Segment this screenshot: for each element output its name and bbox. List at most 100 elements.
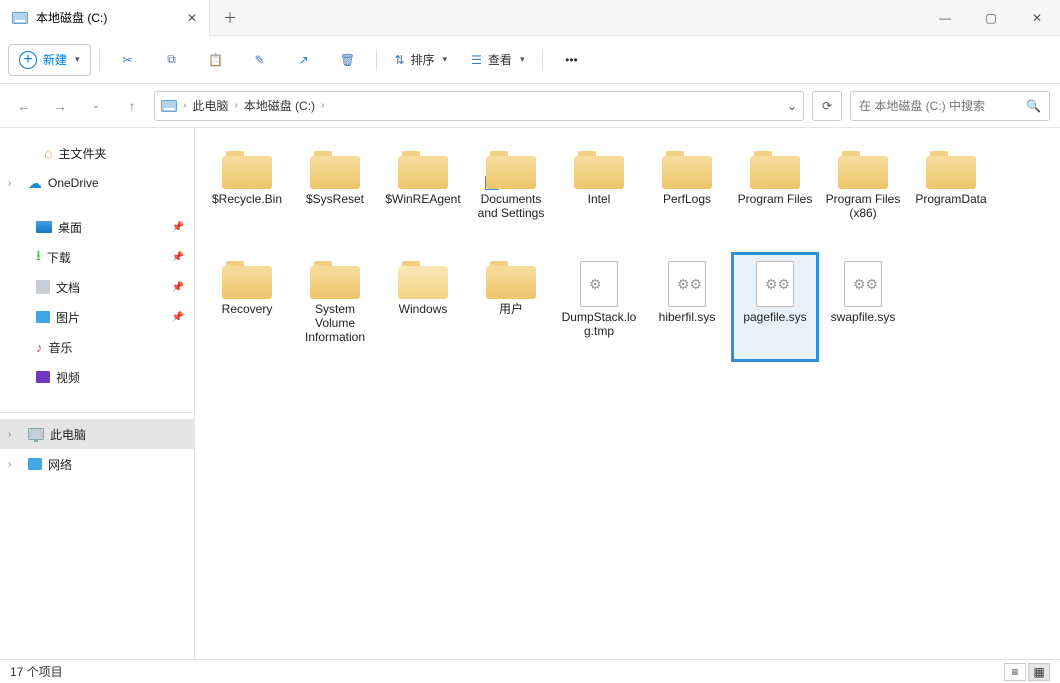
tab-title: 本地磁盘 (C:) xyxy=(36,9,107,26)
rename-button[interactable]: ✎ xyxy=(240,42,280,78)
music-icon: ♪ xyxy=(36,340,43,355)
new-button[interactable]: + 新建 ▾ xyxy=(8,44,91,76)
file-label: $SysReset xyxy=(306,192,364,206)
chevron-down-icon: ▾ xyxy=(75,54,80,65)
up-button[interactable]: ↑ xyxy=(118,92,146,120)
view-icon: ☰ xyxy=(471,53,482,67)
file-item[interactable]: $Recycle.Bin xyxy=(203,142,291,252)
sidebar-item-label: 桌面 xyxy=(58,219,82,236)
breadcrumb-item-root[interactable]: 此电脑 xyxy=(192,97,228,114)
file-label: 用户 xyxy=(499,302,523,316)
paste-button[interactable]: 📋 xyxy=(196,42,236,78)
file-item[interactable]: ⚙⚙pagefile.sys xyxy=(731,252,819,362)
forward-button[interactable]: → xyxy=(46,92,74,120)
separator xyxy=(376,49,377,71)
file-item[interactable]: Windows xyxy=(379,252,467,362)
file-label: Recovery xyxy=(222,302,273,316)
refresh-button[interactable]: ⟳ xyxy=(812,91,842,121)
recent-locations-button[interactable]: ⌄ xyxy=(82,92,110,120)
sidebar-item-label: 文档 xyxy=(56,279,80,296)
sidebar-item-label: 主文件夹 xyxy=(58,145,106,162)
folder-icon xyxy=(574,151,624,189)
view-button[interactable]: ☰ 查看 ▾ xyxy=(461,42,534,78)
share-button[interactable]: ↗ xyxy=(284,42,324,78)
delete-button[interactable]: 🗑 xyxy=(328,42,368,78)
sidebar-item-home[interactable]: ⌂ 主文件夹 xyxy=(0,138,194,168)
file-label: $WinREAgent xyxy=(385,192,460,206)
plus-icon: + xyxy=(19,51,37,69)
file-item[interactable]: ProgramData xyxy=(907,142,995,252)
more-button[interactable]: ••• xyxy=(551,42,591,78)
search-input[interactable] xyxy=(859,99,1020,113)
video-icon xyxy=(36,371,50,383)
file-item[interactable]: $SysReset xyxy=(291,142,379,252)
sidebar-item-network[interactable]: › 网络 xyxy=(0,449,194,479)
breadcrumb-dropdown[interactable]: ⌄ xyxy=(787,99,797,113)
file-item[interactable]: ⚙⚙swapfile.sys xyxy=(819,252,907,362)
file-item[interactable]: Program Files (x86) xyxy=(819,142,907,252)
cut-button[interactable]: ✂ xyxy=(108,42,148,78)
back-button[interactable]: ← xyxy=(10,92,38,120)
file-icon: ⚙⚙ xyxy=(756,261,794,307)
chevron-right-icon: › xyxy=(234,100,237,111)
search-box[interactable]: 🔍 xyxy=(850,91,1050,121)
download-icon: ⭳ xyxy=(36,245,41,269)
chevron-right-icon: › xyxy=(321,100,324,111)
sidebar-item-videos[interactable]: 视频 xyxy=(0,362,194,392)
gears-icon: ⚙⚙ xyxy=(765,276,790,293)
file-item[interactable]: $WinREAgent xyxy=(379,142,467,252)
status-bar: 17 个项目 ≡ ▦ xyxy=(0,659,1060,683)
pc-icon xyxy=(28,428,44,440)
drive-icon xyxy=(161,100,177,112)
file-icon: ⚙⚙ xyxy=(844,261,882,307)
tab-active[interactable]: 本地磁盘 (C:) ✕ xyxy=(0,0,210,36)
sidebar-item-downloads[interactable]: ⭳ 下载 📌 xyxy=(0,242,194,272)
file-item[interactable]: ↗Documents and Settings xyxy=(467,142,555,252)
chevron-right-icon: › xyxy=(8,459,22,470)
view-toggle: ≡ ▦ xyxy=(1004,663,1050,681)
home-icon: ⌂ xyxy=(44,145,52,161)
sidebar-item-label: 此电脑 xyxy=(50,426,86,443)
sidebar-item-desktop[interactable]: 桌面 📌 xyxy=(0,212,194,242)
sort-button[interactable]: ⇅ 排序 ▾ xyxy=(385,42,458,78)
file-item[interactable]: Intel xyxy=(555,142,643,252)
file-label: Windows xyxy=(399,302,448,316)
sidebar-item-pictures[interactable]: 图片 📌 xyxy=(0,302,194,332)
file-item[interactable]: Program Files xyxy=(731,142,819,252)
file-item[interactable]: Recovery xyxy=(203,252,291,362)
new-label: 新建 xyxy=(43,51,67,68)
share-icon: ↗ xyxy=(299,53,309,67)
gears-icon: ⚙⚙ xyxy=(853,276,878,293)
breadcrumb[interactable]: › 此电脑 › 本地磁盘 (C:) › ⌄ xyxy=(154,91,804,121)
file-item[interactable]: System Volume Information xyxy=(291,252,379,362)
folder-icon xyxy=(926,151,976,189)
breadcrumb-item-drive[interactable]: 本地磁盘 (C:) xyxy=(244,97,315,114)
close-button[interactable]: ✕ xyxy=(1014,0,1060,36)
new-tab-button[interactable]: ＋ xyxy=(210,8,250,28)
file-item[interactable]: 用户 xyxy=(467,252,555,362)
minimize-button[interactable]: — xyxy=(922,0,968,36)
file-item[interactable]: ⚙DumpStack.log.tmp xyxy=(555,252,643,362)
copy-button[interactable]: ⧉ xyxy=(152,42,192,78)
sidebar-item-documents[interactable]: 文档 📌 xyxy=(0,272,194,302)
maximize-button[interactable]: ▢ xyxy=(968,0,1014,36)
folder-icon xyxy=(662,151,712,189)
scissors-icon: ✂ xyxy=(123,53,133,67)
file-label: DumpStack.log.tmp xyxy=(560,310,638,338)
sidebar-item-music[interactable]: ♪ 音乐 xyxy=(0,332,194,362)
file-grid[interactable]: $Recycle.Bin $SysReset $WinREAgent ↗Documen… xyxy=(195,128,1060,659)
file-item[interactable]: ⚙⚙hiberfil.sys xyxy=(643,252,731,362)
file-label: ProgramData xyxy=(915,192,986,206)
tab-close-button[interactable]: ✕ xyxy=(187,11,197,25)
chevron-down-icon: ▾ xyxy=(443,54,448,65)
sidebar-item-onedrive[interactable]: › ☁ OneDrive xyxy=(0,168,194,198)
folder-icon xyxy=(222,261,272,299)
file-item[interactable]: PerfLogs xyxy=(643,142,731,252)
sidebar-item-thispc[interactable]: › 此电脑 xyxy=(0,419,194,449)
folder-icon xyxy=(310,261,360,299)
icons-view-button[interactable]: ▦ xyxy=(1028,663,1050,681)
folder-icon xyxy=(398,151,448,189)
details-view-button[interactable]: ≡ xyxy=(1004,663,1026,681)
chevron-down-icon: ▾ xyxy=(520,54,525,65)
chevron-right-icon: › xyxy=(8,178,22,189)
